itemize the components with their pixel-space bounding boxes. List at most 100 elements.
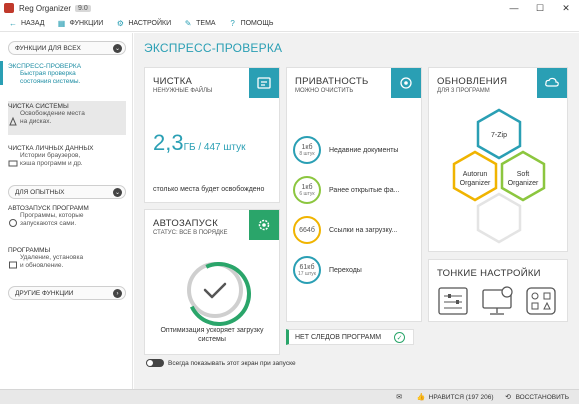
sidebar-item-desc: на дисках. [20,118,52,125]
menu-back[interactable]: ← Назад [8,19,45,29]
privacy-row[interactable]: 664б Ссылки на загрузку... [293,214,423,246]
menu-bar: ← Назад ▦ Функции ⚙ Настройки ✎ Тема ? П… [0,16,579,32]
sidebar-item-system-clean[interactable]: ЧИСТКА СИСТЕМЫ Освобождение места на дис… [8,101,126,135]
like-button[interactable]: 👍 НРАВИТСЯ (197 206) [417,393,494,402]
section-all-label: ФУНКЦИИ ДЛЯ ВСЕХ [15,44,81,52]
privacy-icon [400,77,412,89]
updates-subtitle: ДЛЯ 3 ПРОГРАММ [437,88,490,94]
privacy-row[interactable]: 1кб 6 штук Ранее открытые фа... [293,174,423,206]
no-traces-label: НЕТ СЛЕДОВ ПРОГРАММ [295,333,382,341]
privacy-row[interactable]: 61кб 17 штук Переходы [293,254,423,286]
sliders-icon[interactable] [438,287,468,315]
clean-amount: 2,3ГБ / 447 штук [153,130,245,156]
autorun-subtitle: СТАТУС: ВСЕ В ПОРЯДКЕ [153,230,228,236]
menu-help-label: Помощь [240,20,274,27]
no-program-traces[interactable]: НЕТ СЛЕДОВ ПРОГРАММ ✓ [286,329,414,345]
sidebar-item-programs[interactable]: ПРОГРАММЫ Удаление, установка и обновлен… [8,247,126,270]
section-other[interactable]: ДРУГИЕ ФУНКЦИИ › [8,286,126,300]
privacy-ring: 61кб 17 штук [293,256,321,284]
close-button[interactable]: ✕ [553,0,579,16]
privacy-row[interactable]: 1кб 8 штук Недавние документы [293,134,423,166]
apps-grid-icon[interactable] [526,287,556,315]
section-other-label: ДРУГИЕ ФУНКЦИИ [15,289,74,297]
tuning-title: ТОНКИЕ НАСТРОЙКИ [437,268,541,279]
menu-help[interactable]: ? Помощь [228,19,274,29]
hex-7zip-label: 7-Zip [491,132,507,139]
updates-card[interactable]: ОБНОВЛЕНИЯ ДЛЯ 3 ПРОГРАММ 7-Zip Autorun … [428,67,568,252]
clean-title: ЧИСТКА [153,76,193,87]
privacy-label: Переходы [329,266,362,274]
clean-card[interactable]: ЧИСТКА НЕНУЖНЫЕ ФАЙЛЫ 2,3ГБ / 447 штук с… [144,67,280,203]
autorun-note-line2: системы [198,336,226,343]
section-all-functions[interactable]: ФУНКЦИИ ДЛЯ ВСЕХ ⌄ [8,41,126,55]
privacy-card[interactable]: ПРИВАТНОСТЬ МОЖНО ОЧИСТИТЬ 1кб 8 штук Не… [286,67,422,322]
broom-icon [8,113,18,126]
autorun-card[interactable]: АВТОЗАПУСК СТАТУС: ВСЕ В ПОРЯДКЕ Оптимиз… [144,209,280,355]
sidebar-item-label: ЧИСТКА ЛИЧНЫХ ДАННЫХ [8,145,94,152]
privacy-ring: 1кб 6 штук [293,176,321,204]
monitor-gear-icon[interactable] [482,286,513,315]
autorun-note-line1: Оптимизация ускоряет загрузку [160,327,264,334]
sidebar-item-desc: и обновление. [20,262,64,269]
sidebar-item-desc: Истории браузеров, [20,152,81,159]
menu-functions[interactable]: ▦ Функции [57,19,104,29]
box-icon [8,257,18,269]
feedback-icon: ✉ [396,394,403,401]
page-title: ЭКСПРЕСС-ПРОВЕРКА [144,41,283,55]
restore-button[interactable]: ⟲ ВОССТАНОВИТЬ [504,393,569,402]
show-on-start-label: Всегда показывать этот экран при запуске [168,359,296,367]
privacy-subtitle: МОЖНО ОЧИСТИТЬ [295,88,354,94]
eraser-icon [8,155,18,167]
privacy-size: 664б [299,226,315,234]
sidebar-item-private-data[interactable]: ЧИСТКА ЛИЧНЫХ ДАННЫХ Истории браузеров, … [8,145,126,168]
sidebar-item-label: ПРОГРАММЫ [8,247,51,254]
privacy-label: Недавние документы [329,146,399,154]
privacy-size: 1кб [301,183,313,191]
tuning-card[interactable]: ТОНКИЕ НАСТРОЙКИ [428,259,568,322]
sidebar-item-desc: состояния системы. [20,78,81,85]
gear-check-icon [258,219,270,231]
sidebar-item-desc: Удаление, установка [20,254,84,261]
clean-subtitle: НЕНУЖНЫЕ ФАЙЛЫ [153,88,213,94]
updates-title: ОБНОВЛЕНИЯ [437,76,508,87]
menu-settings[interactable]: ⚙ Настройки [115,19,171,29]
sidebar-item-desc: кэша программ и др. [20,160,83,167]
privacy-badge [391,68,421,98]
show-on-start-toggle-row[interactable]: Всегда показывать этот экран при запуске [146,359,296,367]
sidebar-item-desc: Быстрая проверка [20,70,76,77]
menu-back-label: Назад [21,20,45,27]
sidebar: ФУНКЦИИ ДЛЯ ВСЕХ ⌄ ЭКСПРЕСС-ПРОВЕРКА Быс… [0,33,133,389]
active-indicator [0,61,3,85]
menu-settings-label: Настройки [128,20,172,27]
section-pro[interactable]: ДЛЯ ОПЫТНЫХ ⌄ [8,185,126,199]
startup-icon [8,215,18,227]
hex-soft-label-2: Organizer [508,180,539,187]
feedback-icon-button[interactable]: ✉ [395,393,407,402]
show-on-start-toggle[interactable] [146,359,164,367]
app-title: Reg Organizer [19,3,72,13]
chevron-down-icon: ⌄ [113,188,122,197]
privacy-count: 6 штук [299,190,315,197]
privacy-count: 8 штук [299,150,315,157]
checkmark-icon [203,282,227,299]
menu-theme-label: Тема [196,20,216,27]
cloud-update-icon [545,77,559,87]
title-bar: Reg Organizer 9.0 — ☐ ✕ [0,0,579,16]
updates-badge [537,68,567,98]
app-logo-icon [4,3,14,13]
clean-unit: ГБ / 447 штук [183,142,246,153]
privacy-count: 17 штук [298,270,316,277]
hex-autorun-label-2: Organizer [460,180,491,187]
minimize-button[interactable]: — [501,0,527,16]
chevron-right-icon: › [113,289,122,298]
check-circle-icon: ✓ [394,332,405,343]
update-hexagons: 7-Zip Autorun Organizer Soft Organizer [452,108,546,244]
section-pro-label: ДЛЯ ОПЫТНЫХ [15,188,65,196]
sidebar-item-autorun[interactable]: АВТОЗАПУСК ПРОГРАММ Программы, которые з… [8,205,126,228]
autorun-note: Оптимизация ускоряет загрузку системы [151,326,273,344]
sidebar-item-express-check[interactable]: ЭКСПРЕСС-ПРОВЕРКА Быстрая проверка состо… [8,63,126,86]
menu-theme[interactable]: ✎ Тема [183,19,216,29]
maximize-button[interactable]: ☐ [527,0,553,16]
main-panel: ЭКСПРЕСС-ПРОВЕРКА ЧИСТКА НЕНУЖНЫЕ ФАЙЛЫ … [134,33,579,389]
functions-icon: ▦ [57,19,66,28]
